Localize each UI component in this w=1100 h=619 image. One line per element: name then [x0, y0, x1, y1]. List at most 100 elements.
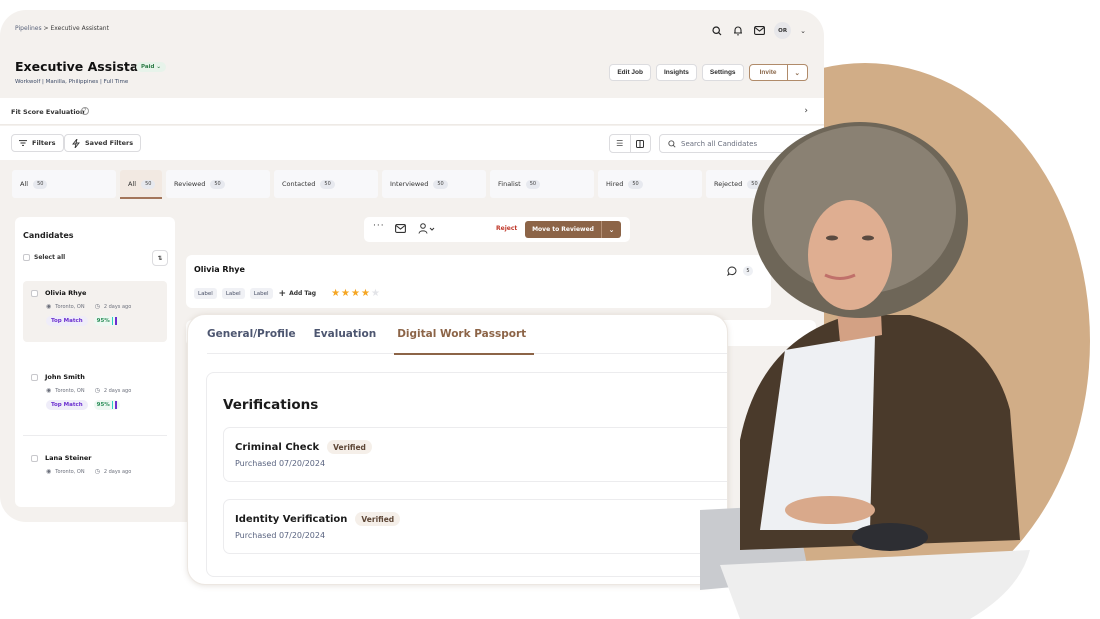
tab-evaluation[interactable]: Evaluation: [314, 315, 385, 354]
invite-button[interactable]: Invite: [748, 64, 788, 81]
candidate-checkbox[interactable]: [31, 373, 38, 381]
verifications-title: Verifications: [223, 397, 319, 413]
verified-badge: Verified: [355, 512, 401, 526]
mouse-shape: [852, 523, 928, 551]
user-avatar[interactable]: OR: [774, 22, 792, 39]
mail-icon[interactable]: [395, 224, 406, 236]
hand-shape: [785, 496, 875, 524]
chevron-down-icon: ⌄: [156, 64, 162, 70]
reject-button[interactable]: Reject: [496, 225, 517, 232]
move-to-reviewed-button[interactable]: Move to Reviewed ⌄: [525, 221, 621, 238]
stage-tab-hired[interactable]: Hired 50: [598, 170, 702, 198]
breadcrumb-separator: >: [43, 25, 49, 32]
list-view-icon[interactable]: ☰: [610, 135, 630, 152]
candidate-location: Toronto, ON: [55, 468, 85, 475]
stage-count: 50: [210, 179, 225, 189]
candidate-name: John Smith: [45, 373, 85, 381]
verification-title: Criminal Check: [235, 441, 320, 453]
rating-stars[interactable]: ★ ★ ★ ★ ★: [331, 288, 380, 299]
stage-count: 50: [525, 179, 541, 189]
tab-digital-work-passport[interactable]: Digital Work Passport: [394, 315, 535, 355]
candidate-location: Toronto, ON: [55, 387, 85, 394]
eye-shape: [826, 235, 838, 241]
stage-tab-all-1[interactable]: All 50: [12, 170, 116, 198]
checkbox[interactable]: [23, 254, 30, 261]
candidate-labels: Label Label Label + Add Tag ★ ★ ★ ★ ★: [194, 288, 380, 299]
move-to-reviewed-label: Move to Reviewed: [532, 226, 594, 233]
search-icon: [668, 139, 676, 148]
top-match-badge: Top Match: [46, 400, 88, 410]
top-icons: OR ⌄: [711, 22, 806, 39]
verification-date: Purchased 07/20/2024: [235, 531, 326, 540]
candidate-time: 2 days ago: [103, 387, 132, 394]
stage-count: 50: [433, 179, 448, 189]
star-icon[interactable]: ★: [371, 288, 380, 299]
detail-tabs: General/Profile Evaluation Digital Work …: [207, 315, 727, 355]
sort-icon[interactable]: ⇅: [152, 250, 168, 266]
tab-general-profile[interactable]: General/Profile: [207, 315, 304, 354]
invite-dropdown-button[interactable]: ⌄: [787, 64, 808, 81]
candidate-list-item[interactable]: John Smith ◉ Toronto, ON ◷ 2 days ago To…: [23, 365, 167, 425]
bell-icon[interactable]: [732, 25, 744, 37]
verified-badge: Verified: [327, 440, 372, 454]
chevron-down-icon[interactable]: ⌄: [800, 27, 806, 35]
label-chip[interactable]: Label: [221, 288, 245, 299]
chevron-down-icon[interactable]: ⌄: [601, 221, 621, 238]
candidate-list-item[interactable]: Lana Steiner ◉ Toronto, ON ◷ 2 days ago: [23, 446, 167, 486]
search-icon[interactable]: [711, 25, 723, 37]
saved-filters-button[interactable]: Saved Filters: [64, 134, 142, 152]
job-status-label: Paid: [141, 64, 155, 70]
label-chip[interactable]: Label: [194, 288, 217, 299]
saved-filters-label: Saved Filters: [85, 139, 134, 147]
candidate-list-item[interactable]: Olivia Rhye ◉ Toronto, ON ◷ 2 days ago T…: [23, 281, 167, 342]
stage-label: Finalist: [498, 180, 521, 188]
candidate-checkbox[interactable]: [31, 454, 38, 462]
stage-count: 50: [33, 179, 48, 189]
star-icon[interactable]: ★: [341, 288, 350, 299]
verification-card[interactable]: Criminal Check Verified Purchased 07/20/…: [223, 427, 727, 482]
stage-tab-interviewed[interactable]: Interviewed 50: [382, 170, 486, 198]
stage-tab-reviewed[interactable]: Reviewed 50: [166, 170, 270, 198]
match-bar-icon: [111, 317, 114, 325]
star-icon[interactable]: ★: [361, 288, 370, 299]
stage-tab-contacted[interactable]: Contacted 50: [274, 170, 378, 198]
mail-icon[interactable]: [753, 25, 765, 37]
breadcrumb-current: Executive Assistant: [50, 25, 109, 32]
select-all-checkbox[interactable]: Select all: [23, 254, 65, 261]
verification-date: Purchased 07/20/2024: [235, 459, 326, 468]
fit-score-label: Fit Score Evaluation: [11, 108, 85, 116]
job-subtitle: Workwolf | Manilla, Philippines | Full T…: [15, 79, 129, 85]
eye-shape: [862, 235, 874, 241]
stage-label: Hired: [606, 180, 624, 188]
candidate-checkbox[interactable]: [31, 289, 38, 297]
clock-icon: ◷: [94, 468, 100, 475]
breadcrumb-pipelines-link[interactable]: Pipelines: [15, 25, 42, 32]
match-score-badge: 95%: [93, 316, 120, 326]
job-status-dropdown[interactable]: Paid ⌄: [136, 62, 167, 72]
board-view-icon[interactable]: [629, 135, 651, 152]
label-chip[interactable]: Label: [249, 288, 273, 299]
stage-tab-all-2[interactable]: All 50: [120, 170, 162, 199]
match-score: 95%: [96, 402, 110, 408]
stage-tab-finalist[interactable]: Finalist 50: [490, 170, 594, 198]
help-icon[interactable]: ?: [81, 107, 89, 115]
lightning-icon: [72, 138, 80, 148]
filter-icon: [19, 140, 27, 146]
star-icon[interactable]: ★: [351, 288, 360, 299]
chevron-down-icon: ⌄: [794, 69, 800, 77]
more-icon[interactable]: ···: [373, 221, 385, 231]
filters-button[interactable]: Filters: [11, 134, 64, 152]
star-icon[interactable]: ★: [331, 288, 340, 299]
verification-card[interactable]: Identity Verification Verified Purchased…: [223, 499, 727, 554]
edit-job-button[interactable]: Edit Job: [609, 64, 651, 81]
settings-button[interactable]: Settings: [701, 64, 744, 81]
candidate-action-bar: ··· Reject Move to Reviewed ⌄: [364, 217, 630, 242]
location-pin-icon: ◉: [46, 387, 52, 394]
insights-button[interactable]: Insights: [655, 64, 697, 81]
match-score-badge: 95%: [93, 400, 120, 410]
assign-user-icon[interactable]: [418, 223, 435, 237]
stage-label: All: [128, 180, 137, 188]
add-tag-button[interactable]: + Add Tag: [279, 289, 317, 299]
breadcrumb: Pipelines > Executive Assistant: [15, 25, 109, 32]
job-actions: Edit Job Insights Settings Invite ⌄: [609, 64, 808, 81]
